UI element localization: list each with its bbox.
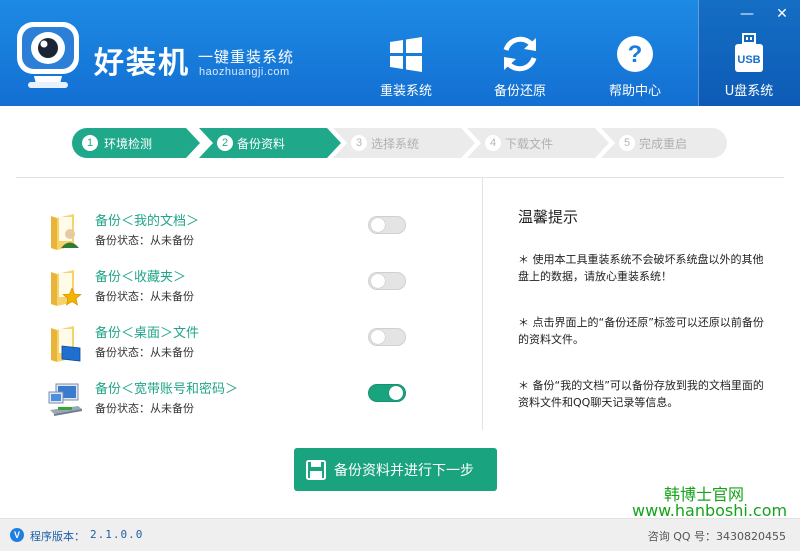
step-number: 2 [217,135,233,151]
backup-item-status: 备份状态：从未备份 [95,234,194,247]
toggle-knob [371,274,385,288]
version-icon: V [10,528,24,542]
usb-icon-text: USB [737,54,760,66]
step-label: 下载文件 [505,137,554,151]
backup-item-status: 备份状态：从未备份 [95,346,194,359]
step-5: 5 完成重启 [601,128,727,158]
documents-folder-icon [51,214,79,250]
nav-reinstall-system[interactable]: 重装系统 [349,0,463,106]
step-2: 2 备份资料 [199,128,341,158]
backup-toggle[interactable] [368,328,406,346]
footer-bar: V 程序版本： 2.1.0.0 咨询 QQ 号：3430820455 [0,518,800,551]
header-bar: 好装机 一键重装系统 haozhuangji.com 重装系统 备份还原 ? 帮… [0,0,800,106]
progress-steps: 1 环境检测 2 备份资料 3 选择系统 4 下载文件 5 完成重启 [72,128,732,158]
step-number: 1 [82,135,98,151]
divider-horizontal [16,177,784,178]
nav-backup-restore[interactable]: 备份还原 [463,0,577,106]
step-3: 3 选择系统 [333,128,475,158]
backup-item-my-documents: 备份＜我的文档＞ 备份状态：从未备份 [48,210,428,256]
nav-label: 备份还原 [493,84,546,99]
save-icon [306,460,326,480]
app-name: 好装机 [94,46,190,81]
button-label: 备份资料并进行下一步 [334,463,474,479]
nav-label: U盘系统 [724,84,774,99]
backup-item-broadband-account: 备份＜宽带账号和密码＞ 备份状态：从未备份 [48,378,428,424]
usb-icon: USB [735,33,763,72]
version-value: 2.1.0.0 [90,528,144,541]
step-label: 完成重启 [639,137,688,151]
qq-contact: 咨询 QQ 号：3430820455 [647,530,786,543]
step-label: 环境检测 [104,137,153,151]
backup-toggle[interactable] [368,216,406,234]
toggle-knob [371,330,385,344]
backup-item-status: 备份状态：从未备份 [95,290,194,303]
desktop-folder-icon [51,326,81,362]
nav-label: 帮助中心 [608,84,661,99]
windows-icon [390,37,422,72]
backup-item-desktop: 备份＜桌面＞文件 备份状态：从未备份 [48,322,428,368]
version-label: 程序版本： [30,530,85,543]
nav-label: 重装系统 [379,84,432,99]
close-button[interactable]: ✕ [773,6,791,22]
backup-item-title: 备份＜收藏夹＞ [95,270,187,285]
refresh-icon [503,36,537,72]
step-number: 5 [619,135,635,151]
help-icon: ? [617,36,653,72]
backup-and-next-button[interactable]: 备份资料并进行下一步 [294,448,497,491]
tip-item: ＊ 点击界面上的“备份还原”标签可以还原以前备份的资料文件。 [518,316,764,346]
step-label: 备份资料 [237,137,286,151]
app-slogan: 一键重装系统 [198,48,295,66]
backup-item-favorites: 备份＜收藏夹＞ 备份状态：从未备份 [48,266,428,312]
backup-item-title: 备份＜我的文档＞ [95,214,200,229]
step-4: 4 下载文件 [467,128,609,158]
svg-text:?: ? [628,41,643,68]
favorites-folder-icon [51,270,82,306]
mascot-logo-icon [17,22,79,88]
tip-item: ＊ 使用本工具重装系统不会破坏系统盘以外的其他盘上的数据，请放心重装系统！ [518,253,764,283]
app-url: haozhuangji.com [199,66,290,78]
step-label: 选择系统 [371,137,420,151]
backup-item-title: 备份＜宽带账号和密码＞ [95,382,239,397]
backup-toggle[interactable] [368,384,406,402]
tips-title: 温馨提示 [518,208,579,226]
toggle-knob [371,218,385,232]
nav-help-center[interactable]: ? 帮助中心 [578,0,692,106]
backup-toggle[interactable] [368,272,406,290]
minimize-button[interactable]: — [738,6,756,22]
tip-item: ＊ 备份“我的文档”可以备份存放到我的文档里面的资料文件和QQ聊天记录等信息。 [518,379,764,409]
step-number: 3 [351,135,367,151]
backup-item-status: 备份状态：从未备份 [95,402,194,415]
toggle-knob [389,386,403,400]
step-1: 1 环境检测 [72,128,200,158]
step-number: 4 [485,135,501,151]
backup-item-title: 备份＜桌面＞文件 [95,326,200,341]
network-icon [48,383,82,416]
divider-vertical [482,178,483,430]
